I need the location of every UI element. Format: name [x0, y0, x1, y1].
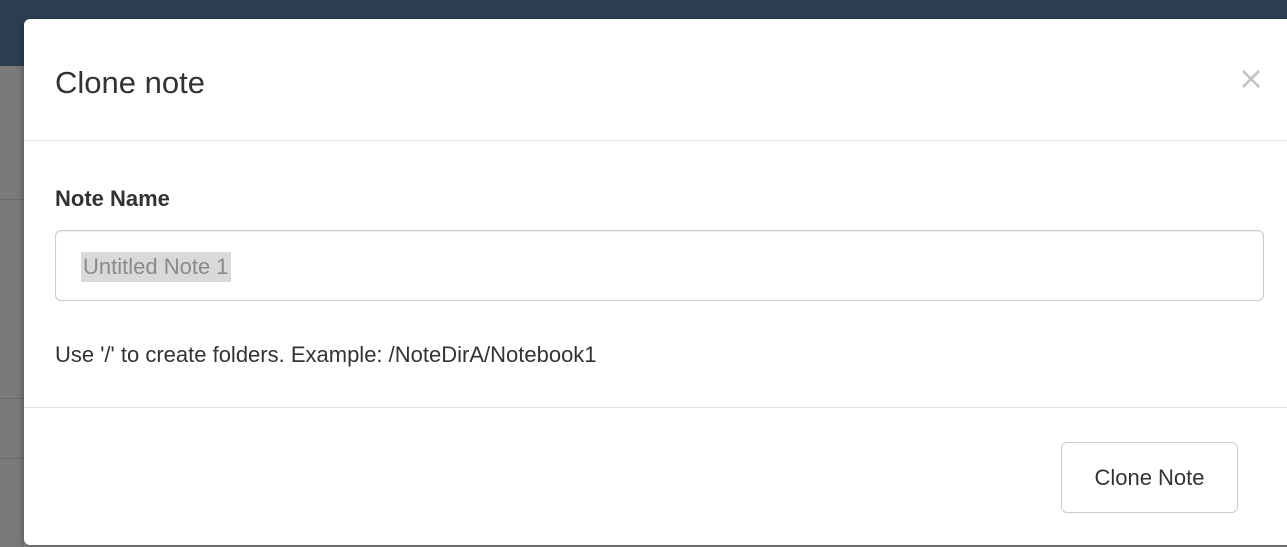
clone-note-button[interactable]: Clone Note — [1061, 442, 1238, 513]
clone-note-dialog: Clone note × Note Name Untitled Note 1 U… — [24, 19, 1287, 545]
note-name-input-value: Untitled Note 1 — [81, 252, 231, 282]
note-name-label: Note Name — [55, 186, 170, 211]
background-divider — [0, 458, 24, 459]
close-icon[interactable]: × — [1236, 61, 1266, 95]
background-divider — [0, 398, 24, 399]
dialog-header: Clone note × — [24, 19, 1287, 141]
background-divider — [0, 199, 24, 200]
folder-help-text: Use '/' to create folders. Example: /Not… — [55, 342, 597, 367]
dialog-footer: Clone Note — [24, 408, 1287, 545]
dialog-body: Note Name Untitled Note 1 Use '/' to cre… — [24, 141, 1287, 408]
dialog-title: Clone note — [55, 65, 205, 100]
note-name-input[interactable]: Untitled Note 1 — [55, 230, 1264, 301]
background-page-edge — [0, 66, 24, 547]
